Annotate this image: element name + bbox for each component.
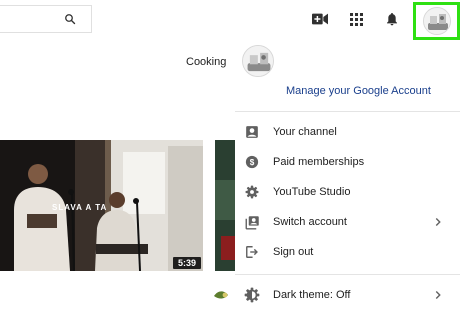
menu-item-label: Paid memberships xyxy=(273,156,365,168)
search-button[interactable] xyxy=(56,8,84,30)
menu-divider xyxy=(235,111,460,112)
apps-button[interactable] xyxy=(344,8,368,30)
chevron-right-icon xyxy=(435,291,441,299)
chevron-right-icon xyxy=(435,218,441,226)
menu-item-label: Switch account xyxy=(273,216,347,228)
account-avatar-large xyxy=(242,45,274,77)
account-avatar-button[interactable] xyxy=(413,2,460,40)
menu-item-paid-memberships[interactable]: $ Paid memberships xyxy=(235,147,460,177)
menu-item-label: YouTube Studio xyxy=(273,186,351,198)
menu-item-switch-account[interactable]: Switch account xyxy=(235,207,460,237)
menu-item-youtube-studio[interactable]: YouTube Studio xyxy=(235,177,460,207)
menu-item-sign-out[interactable]: Sign out xyxy=(235,237,460,267)
bell-icon xyxy=(387,12,397,26)
video-thumbnail-partial[interactable] xyxy=(215,140,235,271)
manage-google-account-link[interactable]: Manage your Google Account xyxy=(286,85,431,97)
menu-item-label: Your channel xyxy=(273,126,337,138)
channel-avatar-partial xyxy=(212,287,234,303)
menu-item-your-channel[interactable]: Your channel xyxy=(235,117,460,147)
switch-account-icon xyxy=(235,207,267,237)
create-video-button[interactable] xyxy=(308,8,332,30)
account-name: Cooking xyxy=(186,56,227,68)
person-icon xyxy=(235,117,267,147)
search-icon xyxy=(65,14,76,25)
dark-theme-icon xyxy=(235,280,267,310)
gear-icon xyxy=(235,177,267,207)
notifications-button[interactable] xyxy=(380,8,404,30)
sign-out-icon xyxy=(235,237,267,267)
svg-text:$: $ xyxy=(250,158,255,167)
menu-divider xyxy=(235,274,460,275)
apps-grid-icon xyxy=(349,12,363,26)
video-camera-plus-icon xyxy=(312,13,328,25)
video-duration-badge: 5:39 xyxy=(173,257,201,269)
video-thumbnail[interactable]: SLAVA A TA xyxy=(0,140,203,271)
dollar-icon: $ xyxy=(235,147,267,177)
menu-item-label: Sign out xyxy=(273,246,314,258)
menu-item-dark-theme[interactable]: Dark theme: Off xyxy=(235,280,460,310)
menu-item-label: Dark theme: Off xyxy=(273,289,351,301)
avatar xyxy=(422,7,451,35)
video-overlay-text: SLAVA A TA xyxy=(52,203,107,212)
